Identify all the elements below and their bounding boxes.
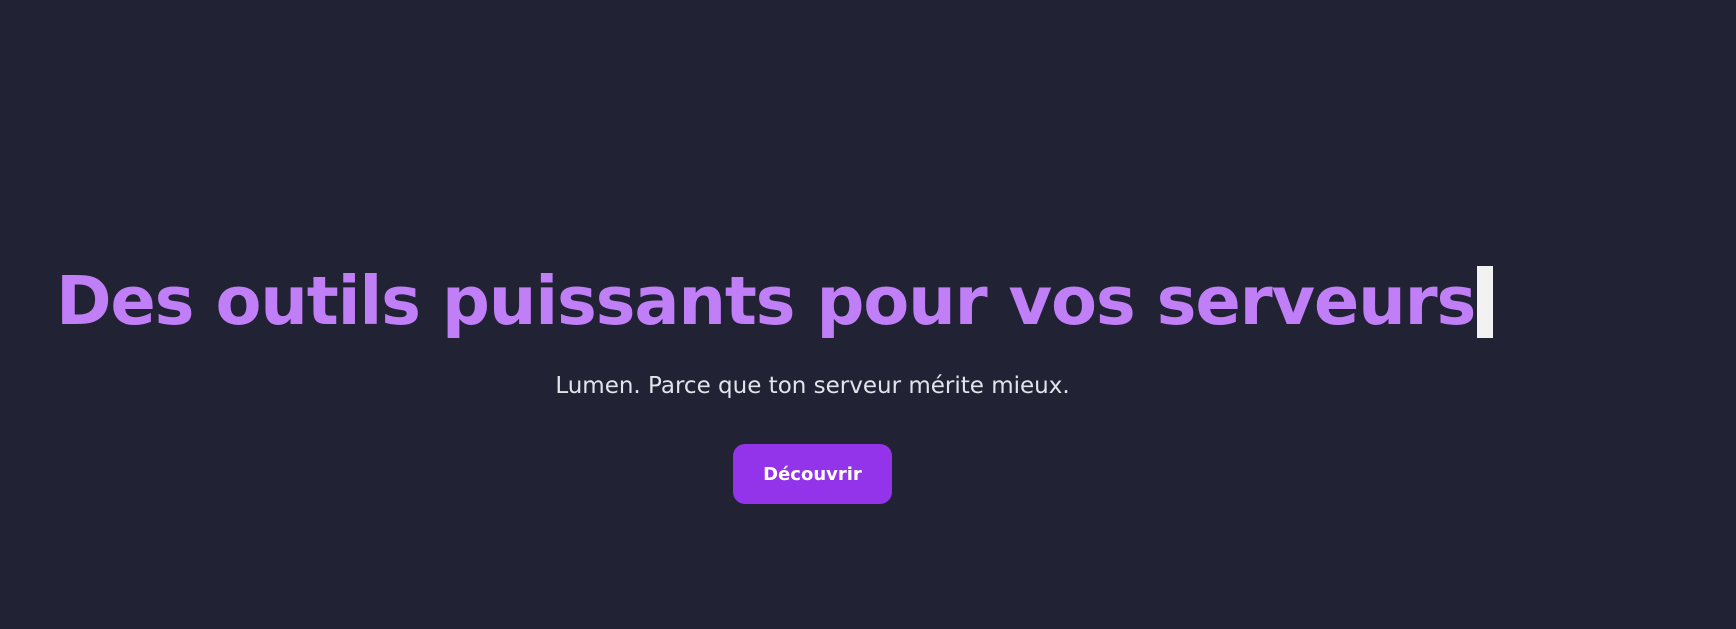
hero-subtitle: Lumen. Parce que ton serveur mérite mieu…: [555, 373, 1070, 399]
hero-headline-text: Des outils puissants pour vos serveurs: [56, 262, 1476, 340]
hero-headline: Des outils puissants pour vos serveurs: [56, 256, 1494, 346]
hero-section: Des outils puissants pour vos serveurs L…: [0, 0, 1736, 629]
discover-button[interactable]: Découvrir: [733, 444, 892, 504]
typing-cursor: [1477, 266, 1494, 338]
